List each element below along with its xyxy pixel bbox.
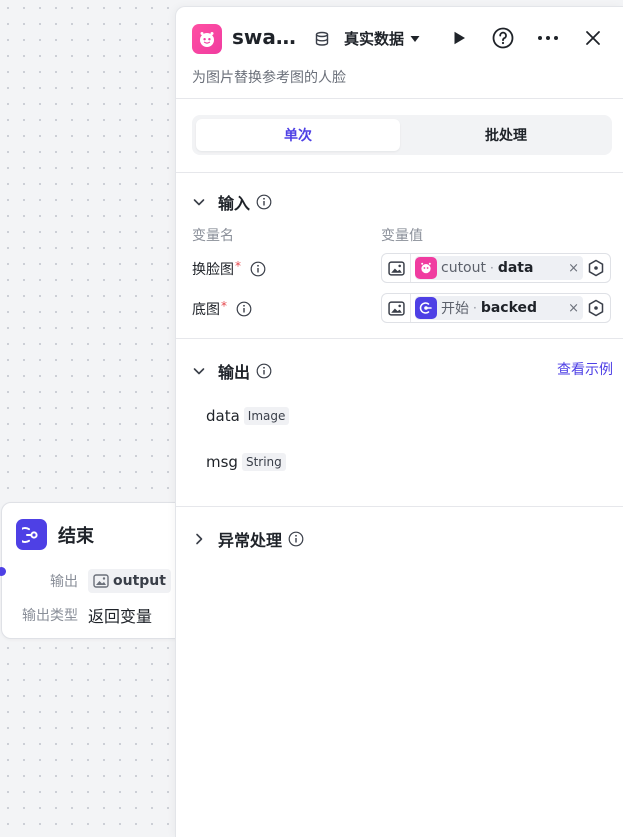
info-icon[interactable] [256, 363, 272, 379]
help-circle-icon [492, 27, 514, 49]
image-type-icon [93, 574, 109, 588]
close-button[interactable] [580, 25, 606, 51]
panel-header: swap… 真实数据 为图片替换参考图的人脸 [176, 7, 623, 99]
variable-picker-button[interactable] [584, 299, 608, 317]
source-node-name: cutout [441, 260, 486, 276]
variable-name: data [497, 260, 534, 276]
output-type-value: 返回变量 [88, 607, 153, 626]
exception-section-toggle[interactable]: 异常处理 [192, 527, 304, 551]
output-field-name: data [206, 407, 240, 425]
info-icon[interactable] [256, 194, 272, 210]
input-section-toggle[interactable]: 输入 [192, 190, 272, 214]
output-field-data: data Image [206, 407, 290, 425]
param-name-face-image: 换脸图 * [192, 259, 266, 279]
section-divider [176, 506, 623, 507]
separator-dot: · [490, 261, 494, 275]
output-chip[interactable]: output [88, 569, 171, 593]
help-button[interactable] [490, 25, 516, 51]
required-mark: * [235, 259, 241, 273]
node-detail-panel: swap… 真实数据 为图片替换参考图的人脸 单次 批处理 输入 变量名 变量值… [175, 6, 623, 837]
end-node-output-row: 输出 output [2, 569, 171, 593]
output-label: 输出 [50, 574, 78, 590]
column-header-name: 变量名 [192, 228, 234, 244]
image-type-selector[interactable] [382, 294, 411, 322]
play-icon [454, 31, 465, 45]
separator-dot: · [473, 301, 477, 315]
image-type-selector[interactable] [382, 254, 411, 282]
variable-picker-button[interactable] [584, 259, 608, 277]
output-field-msg: msg String [206, 453, 286, 471]
clear-icon[interactable]: × [568, 301, 579, 316]
data-source-select[interactable]: 真实数据 [344, 28, 420, 49]
more-options-button[interactable] [535, 25, 561, 51]
chevron-right-icon [196, 533, 203, 545]
run-mode-tabs: 单次 批处理 [192, 115, 612, 155]
clear-icon[interactable]: × [568, 261, 579, 276]
output-field-name: msg [206, 453, 238, 471]
run-button[interactable] [446, 25, 472, 51]
output-field-type: String [241, 453, 286, 471]
info-icon[interactable] [250, 261, 266, 277]
chevron-down-icon [193, 199, 205, 206]
variable-reference-chip[interactable]: cutout · data × [415, 256, 583, 280]
close-icon [586, 31, 600, 45]
input-section-title: 输入 [218, 194, 251, 213]
more-dots-icon [538, 36, 558, 40]
image-type-icon [387, 260, 405, 276]
variable-reference-chip[interactable]: 开始 · backed × [415, 296, 583, 320]
robot-face-icon [192, 24, 222, 54]
section-divider [176, 172, 623, 173]
end-node-card[interactable]: 结束 输出 output 输出类型 返回变量 [0, 502, 191, 639]
info-icon[interactable] [236, 301, 252, 317]
start-node-icon [415, 297, 437, 319]
panel-title: swap… [232, 25, 306, 49]
output-chip-label: output [113, 573, 166, 589]
end-node-output-type-row: 输出类型 返回变量 [2, 603, 152, 627]
output-field-type: Image [243, 407, 290, 425]
param-name-base-image: 底图 * [192, 299, 252, 319]
output-section-toggle[interactable]: 输出 [192, 359, 272, 383]
chevron-down-icon [193, 368, 205, 375]
image-type-icon [387, 300, 405, 316]
param-label: 底图 [192, 302, 220, 318]
param-label: 换脸图 [192, 262, 234, 278]
source-node-name: 开始 [441, 301, 469, 317]
output-section-title: 输出 [218, 363, 251, 382]
tab-batch[interactable]: 批处理 [404, 119, 608, 151]
exception-section-title: 异常处理 [218, 531, 283, 550]
cutout-node-icon [415, 257, 437, 279]
end-node-header: 结束 [16, 519, 94, 550]
view-example-link[interactable]: 查看示例 [557, 359, 613, 379]
end-node-title: 结束 [58, 525, 94, 547]
database-icon [314, 31, 330, 51]
tab-single[interactable]: 单次 [196, 119, 400, 151]
target-icon [588, 299, 604, 317]
info-icon[interactable] [288, 531, 304, 547]
variable-field-face-image[interactable]: cutout · data × [381, 253, 611, 283]
variable-field-base-image[interactable]: 开始 · backed × [381, 293, 611, 323]
caret-down-icon [410, 35, 420, 42]
data-source-label: 真实数据 [344, 30, 405, 48]
required-mark: * [221, 299, 227, 313]
target-icon [588, 259, 604, 277]
variable-name: backed [480, 300, 538, 316]
output-type-label: 输出类型 [22, 608, 78, 624]
section-divider [176, 338, 623, 339]
column-header-value: 变量值 [381, 228, 423, 244]
end-exit-icon [16, 519, 47, 550]
panel-description: 为图片替换参考图的人脸 [192, 70, 346, 86]
